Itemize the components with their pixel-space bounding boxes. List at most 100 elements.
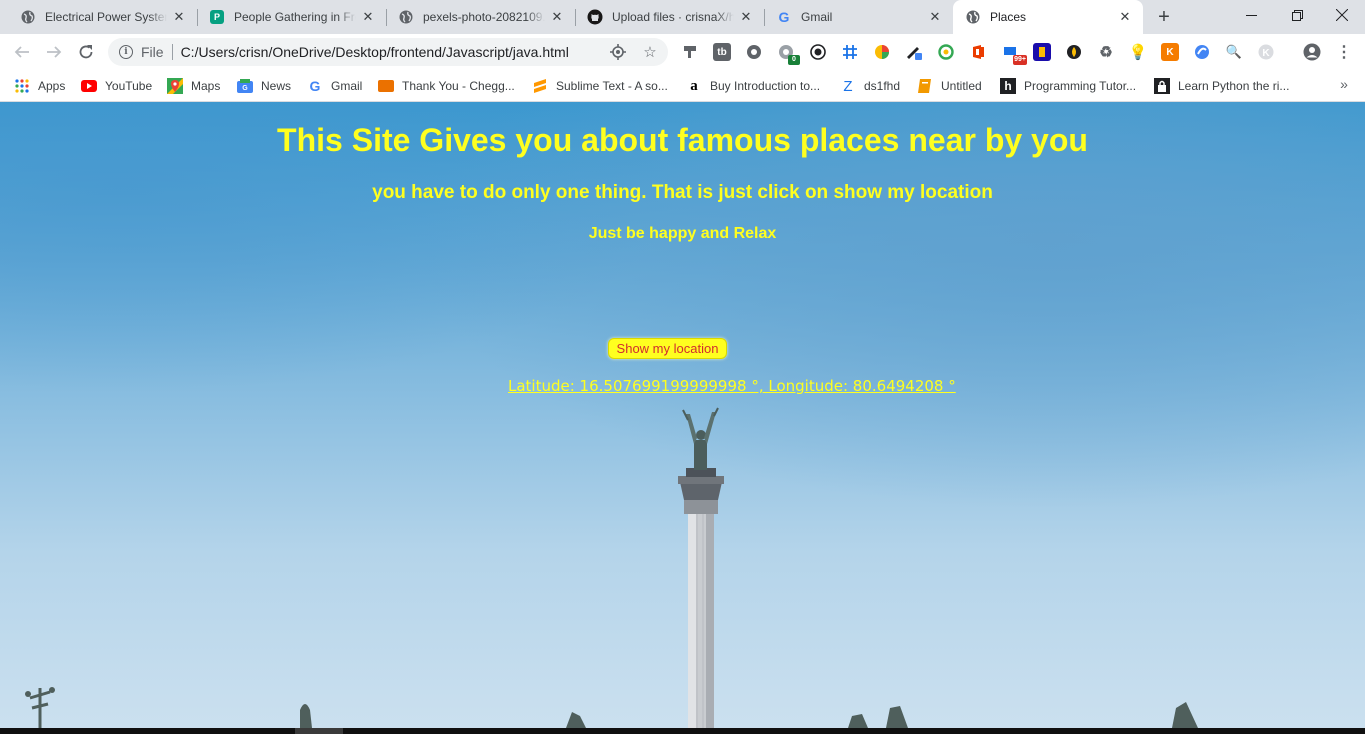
tab-title: Electrical Power System <box>45 10 167 24</box>
bookmark-label: Gmail <box>331 79 363 93</box>
tab-title: Places <box>990 10 1027 24</box>
tab-places[interactable]: Places ✕ <box>953 0 1143 34</box>
coordinates-link[interactable]: Latitude: 16.507699199999998 °, Longitud… <box>508 377 956 395</box>
tab-people-gathering[interactable]: P People Gathering in Fro ✕ <box>197 0 386 34</box>
bookmark-label: Buy Introduction to... <box>710 79 821 93</box>
close-icon[interactable]: ✕ <box>927 9 943 25</box>
bookmark-label: Maps <box>191 79 221 93</box>
close-icon[interactable]: ✕ <box>171 9 187 25</box>
bookmark-ds1fhd[interactable]: Z ds1fhd <box>840 75 900 97</box>
youtube-icon <box>81 78 97 94</box>
bookmark-chegg[interactable]: Thank You - Chegg... <box>378 75 515 97</box>
bookmark-label: Untitled <box>941 79 982 93</box>
bookmark-untitled[interactable]: Untitled <box>917 75 982 97</box>
extension-record-icon[interactable] <box>809 43 827 61</box>
back-arrow-icon[interactable] <box>8 38 36 66</box>
github-icon <box>587 9 603 25</box>
pexels-icon: P <box>209 9 225 25</box>
address-bar[interactable]: i File C:/Users/crisn/OneDrive/Desktop/f… <box>108 38 668 66</box>
bookmark-news[interactable]: G News <box>237 75 291 97</box>
amazon-icon: a <box>690 77 698 94</box>
bookmarks-overflow-button[interactable]: » <box>1334 74 1354 94</box>
tab-title: pexels-photo-2082109. <box>423 10 545 24</box>
bookmark-youtube[interactable]: YouTube <box>81 75 152 97</box>
tab-pexels-photo[interactable]: pexels-photo-2082109. ✕ <box>386 0 575 34</box>
profile-avatar-icon[interactable] <box>1303 43 1321 61</box>
address-divider <box>171 44 173 60</box>
tab-electrical-power-system[interactable]: Electrical Power System ✕ <box>8 0 197 34</box>
close-icon[interactable]: ✕ <box>738 9 754 25</box>
bookmark-label: Learn Python the ri... <box>1178 79 1290 93</box>
h-icon: h <box>1000 78 1016 94</box>
search-icon[interactable]: 🔍 <box>1225 43 1243 61</box>
globe-icon <box>398 9 414 25</box>
bookmark-maps[interactable]: Maps <box>167 75 220 97</box>
close-icon[interactable]: ✕ <box>360 9 376 25</box>
tab-upload-files[interactable]: Upload files · crisnaX/ht ✕ <box>575 0 764 34</box>
page-heading: This Site Gives you about famous places … <box>277 122 1088 158</box>
bookmark-sublime[interactable]: Sublime Text - A so... <box>532 75 668 97</box>
bookmark-star-icon[interactable]: ☆ <box>642 44 658 61</box>
location-target-icon[interactable] <box>610 44 626 60</box>
svg-text:K: K <box>1262 48 1270 59</box>
extension-drop-icon[interactable] <box>1065 43 1083 61</box>
browser-toolbar: i File C:/Users/crisn/OneDrive/Desktop/f… <box>0 34 1365 70</box>
globe-icon <box>20 9 36 25</box>
z-icon: Z <box>843 77 853 95</box>
sublime-icon <box>532 78 548 94</box>
bookmark-learn-python[interactable]: Learn Python the ri... <box>1154 75 1289 97</box>
taskbar-active-app[interactable] <box>295 728 343 734</box>
reload-icon[interactable] <box>72 38 100 66</box>
bookmarks-bar: Apps YouTube Maps G News G Gmail Thank Y… <box>0 70 1365 102</box>
extension-notifications-icon[interactable]: 99+ <box>1001 43 1027 65</box>
minimize-icon[interactable] <box>1228 0 1274 30</box>
tab-title: People Gathering in Fro <box>234 10 356 24</box>
forward-arrow-icon[interactable] <box>40 38 68 66</box>
new-tab-button[interactable]: + <box>1152 6 1176 28</box>
svg-text:G: G <box>242 85 248 92</box>
office-icon[interactable] <box>969 43 987 61</box>
info-icon[interactable]: i <box>119 45 133 59</box>
bookmark-amazon[interactable]: a Buy Introduction to... <box>686 75 820 97</box>
extension-pen-icon[interactable] <box>905 43 923 61</box>
extension-counter-icon[interactable]: 0 <box>777 43 800 65</box>
extension-k-grey-icon[interactable]: K <box>1257 43 1275 61</box>
restore-icon[interactable] <box>1274 0 1320 30</box>
bookmark-label: News <box>261 79 292 93</box>
bookmark-gmail[interactable]: G Gmail <box>307 75 363 97</box>
globe-icon <box>965 9 981 25</box>
extension-grid-icon[interactable] <box>841 43 859 61</box>
bookmark-programming-tutor[interactable]: h Programming Tutor... <box>1000 75 1136 97</box>
apps-grid-icon <box>14 78 30 94</box>
kebab-menu-icon[interactable]: ⋮ <box>1335 43 1353 61</box>
news-icon: G <box>237 78 253 94</box>
maps-icon <box>167 78 183 94</box>
recycle-icon[interactable]: ♻ <box>1097 43 1115 61</box>
bookmark-label: YouTube <box>105 79 153 93</box>
google-icon: G <box>309 78 321 94</box>
extension-bookmark-icon[interactable] <box>1033 43 1051 61</box>
address-scheme: File <box>141 44 164 60</box>
tab-gmail[interactable]: G Gmail ✕ <box>764 0 953 34</box>
close-icon[interactable]: ✕ <box>1117 9 1133 25</box>
extension-refresh-icon[interactable] <box>937 43 955 61</box>
page-tagline: Just be happy and Relax <box>588 225 777 242</box>
extension-badge: 0 <box>788 55 800 65</box>
extension-circle-icon[interactable] <box>745 43 763 61</box>
address-url[interactable]: C:/Users/crisn/OneDrive/Desktop/frontend… <box>181 44 569 60</box>
show-my-location-button[interactable]: Show my location <box>608 338 727 359</box>
extension-k-icon[interactable]: K <box>1161 43 1179 61</box>
lightbulb-icon[interactable]: 💡 <box>1129 43 1148 61</box>
extension-palette-icon[interactable] <box>873 43 891 61</box>
bookmark-apps[interactable]: Apps <box>14 75 65 97</box>
bookmark-label: Apps <box>38 79 66 93</box>
window-close-icon[interactable] <box>1319 0 1365 30</box>
extension-tb-icon[interactable]: tb <box>713 43 731 61</box>
bookmark-label: ds1fhd <box>864 79 901 93</box>
extension-pin-icon[interactable] <box>681 43 699 61</box>
lock-icon <box>1154 78 1170 94</box>
tab-title: Gmail <box>801 10 833 24</box>
tab-strip: Electrical Power System ✕ P People Gathe… <box>0 0 1365 34</box>
close-icon[interactable]: ✕ <box>549 9 565 25</box>
extension-swirl-icon[interactable] <box>1193 43 1211 61</box>
